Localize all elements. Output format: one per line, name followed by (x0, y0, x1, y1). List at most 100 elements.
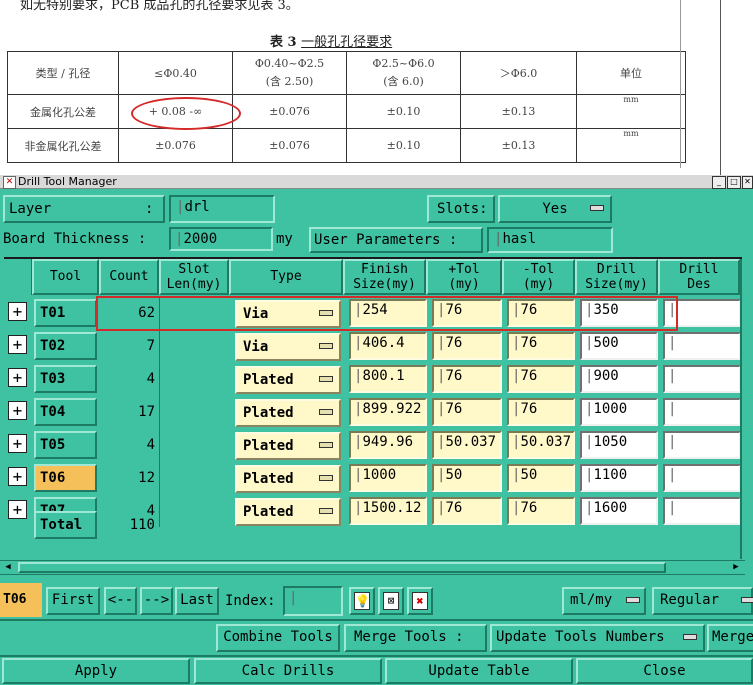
update-tools-numbers-label: Update Tools Numbers (496, 629, 665, 645)
expand-plus-icon[interactable]: + (8, 434, 27, 453)
units-value: ml/my (570, 592, 613, 608)
drill-des-input[interactable] (663, 332, 741, 360)
col-header-type[interactable]: Type (229, 259, 343, 295)
red-ellipse-annotation (131, 97, 241, 130)
prev-button[interactable]: <-- (104, 587, 137, 615)
tool-button[interactable]: T03 (34, 365, 97, 393)
finish-size-input[interactable]: 949.96 (349, 431, 427, 459)
update-tools-numbers-dropdown[interactable]: Update Tools Numbers (490, 624, 705, 652)
vertical-scrollbar[interactable] (740, 259, 742, 559)
zoom-box-icon: ⊠ (383, 592, 399, 610)
board-thickness-input[interactable]: 2000 (172, 230, 270, 248)
header-cell: ＞Φ6.0 (460, 51, 577, 95)
slots-dropdown[interactable]: Yes (498, 195, 612, 223)
finish-size-input[interactable]: 899.922 (349, 398, 427, 426)
merge-button[interactable]: Merge (707, 624, 753, 652)
plus-tol-input[interactable]: 76 (432, 497, 502, 525)
finish-size-input[interactable]: 800.1 (349, 365, 427, 393)
zoom-box-button[interactable]: ⊠ (378, 587, 404, 615)
row-label: 非金属化孔公差 (7, 128, 119, 163)
col-header-count[interactable]: Count (99, 259, 159, 295)
dropdown-indicator-icon (590, 205, 604, 211)
drill-size-input[interactable]: 1600 (580, 497, 658, 525)
last-button[interactable]: Last (175, 587, 219, 615)
index-input[interactable] (286, 589, 340, 613)
tool-button[interactable]: T04 (34, 398, 97, 426)
expand-plus-icon[interactable]: + (8, 335, 27, 354)
minus-tol-input[interactable]: 50 (507, 464, 575, 492)
calc-drills-button[interactable]: Calc Drills (194, 658, 382, 684)
title-bar[interactable]: ✕ Drill Tool Manager _ □ ✕ (0, 175, 753, 189)
apply-button[interactable]: Apply (2, 658, 190, 684)
type-dropdown[interactable]: Plated (235, 399, 341, 427)
plus-tol-input[interactable]: 76 (432, 332, 502, 360)
type-dropdown[interactable]: Plated (235, 498, 341, 526)
header-cell: 类型 / 孔径 (7, 51, 119, 95)
type-dropdown[interactable]: Plated (235, 432, 341, 460)
expand-plus-icon[interactable]: + (8, 401, 27, 420)
scroll-right-icon[interactable]: ▶ (730, 562, 742, 573)
next-button[interactable]: --> (140, 587, 173, 615)
finish-size-input[interactable]: 406.4 (349, 332, 427, 360)
minus-tol-input[interactable]: 76 (507, 398, 575, 426)
drill-des-input[interactable] (663, 365, 741, 393)
expand-plus-icon[interactable]: + (8, 368, 27, 387)
close-icon[interactable]: ✕ (742, 176, 753, 189)
drill-size-input[interactable]: 1100 (580, 464, 658, 492)
finish-size-input[interactable]: 1000 (349, 464, 427, 492)
drill-des-input[interactable] (663, 431, 741, 459)
col-header-plus-tol[interactable]: +Tol (my) (426, 259, 502, 295)
delete-button[interactable]: ✖ (407, 587, 433, 615)
combine-tools-button[interactable]: Combine Tools (216, 624, 340, 652)
scroll-left-icon[interactable]: ◀ (2, 562, 14, 573)
horizontal-scrollbar[interactable]: ◀ ▶ (0, 560, 745, 575)
plus-tol-input[interactable]: 76 (432, 398, 502, 426)
expand-plus-icon[interactable]: + (8, 467, 27, 486)
tool-button[interactable]: T06 (34, 464, 97, 492)
scrollbar-thumb[interactable] (18, 562, 666, 573)
update-table-button[interactable]: Update Table (385, 658, 573, 684)
plus-tol-input[interactable]: 76 (432, 365, 502, 393)
type-dropdown[interactable]: Via (235, 333, 341, 361)
drill-des-input[interactable] (663, 497, 741, 525)
user-parameters-input[interactable]: hasl (491, 230, 609, 250)
col-header-drill-size[interactable]: Drill Size(my) (575, 259, 658, 295)
minus-tol-input[interactable]: 76 (507, 365, 575, 393)
slots-label: Slots: (427, 195, 495, 223)
minus-tol-input[interactable]: 50.037 (507, 431, 575, 459)
drill-des-input[interactable] (663, 398, 741, 426)
minimize-icon[interactable]: _ (712, 176, 726, 189)
minus-tol-input[interactable]: 76 (507, 332, 575, 360)
tool-button[interactable]: T01 (34, 299, 97, 327)
col-header-drill-des[interactable]: Drill Des (658, 259, 740, 295)
type-dropdown[interactable]: Plated (235, 465, 341, 493)
window-title: Drill Tool Manager (18, 175, 117, 188)
drill-size-input[interactable]: 500 (580, 332, 658, 360)
drill-size-input[interactable]: 1000 (580, 398, 658, 426)
drill-des-input[interactable] (663, 464, 741, 492)
type-dropdown[interactable]: Plated (235, 366, 341, 394)
first-button[interactable]: First (46, 587, 100, 615)
expand-plus-icon[interactable]: + (8, 500, 27, 519)
tool-button[interactable]: T05 (34, 431, 97, 459)
finish-size-input[interactable]: 1500.12 (349, 497, 427, 525)
units-dropdown[interactable]: ml/my (562, 587, 646, 615)
drill-size-input[interactable]: 1050 (580, 431, 658, 459)
col-header-slot-len[interactable]: Slot Len(my) (159, 259, 229, 295)
col-header-tool[interactable]: Tool (32, 259, 99, 295)
drill-size-input[interactable]: 900 (580, 365, 658, 393)
col-header-minus-tol[interactable]: -Tol (my) (502, 259, 575, 295)
expand-plus-icon[interactable]: + (8, 302, 27, 321)
table-caption-number: 表 3 (270, 35, 297, 50)
minus-tol-input[interactable]: 76 (507, 497, 575, 525)
mode-dropdown[interactable]: Regular (652, 587, 753, 615)
plus-tol-input[interactable]: 50.037 (432, 431, 502, 459)
plus-tol-input[interactable]: 50 (432, 464, 502, 492)
bulb-button[interactable]: 💡 (349, 587, 375, 615)
maximize-icon[interactable]: □ (727, 176, 741, 189)
tool-button[interactable]: T02 (34, 332, 97, 360)
col-header-finish-size[interactable]: Finish Size(my) (343, 259, 426, 295)
page-edge-line (680, 0, 681, 168)
layer-input[interactable]: drl (173, 198, 271, 218)
close-button[interactable]: Close (576, 658, 753, 684)
